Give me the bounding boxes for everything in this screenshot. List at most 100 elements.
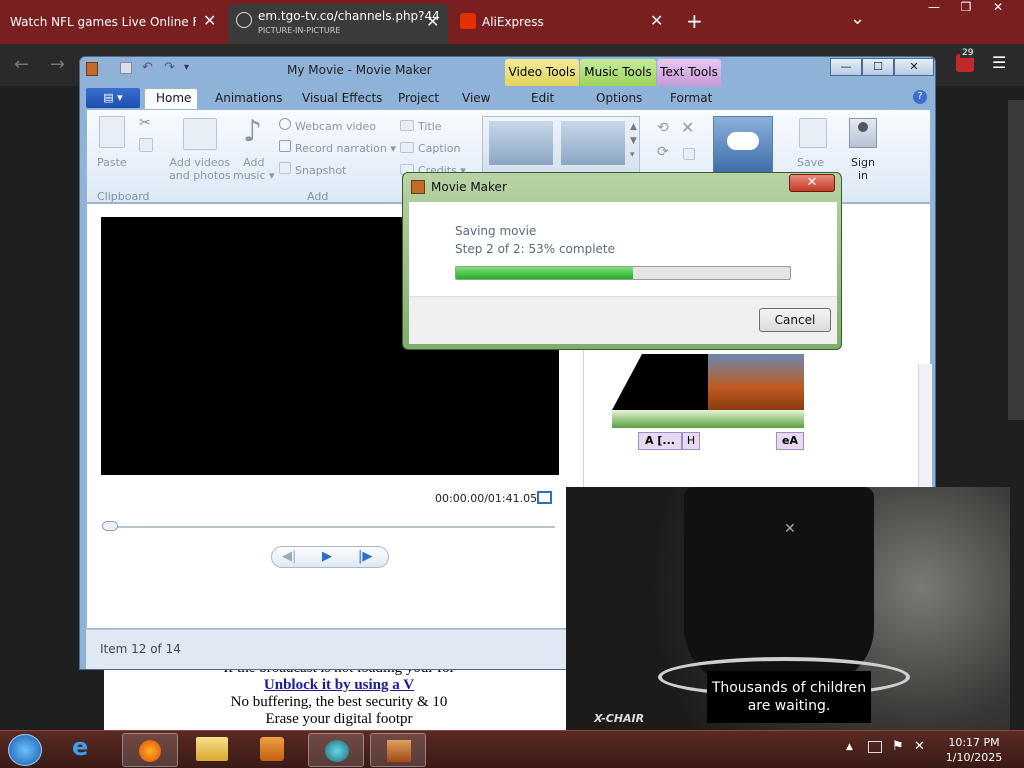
tab-tgo-tv[interactable]: em.tgo-tv.co/channels.php?44 PICTURE-IN-… [228, 4, 448, 44]
taskbar-app[interactable] [308, 733, 364, 767]
title-button[interactable]: Title [418, 120, 442, 133]
rotate-icon[interactable]: ⟲ [657, 120, 669, 136]
saving-status: Saving movie [455, 224, 537, 238]
record-narration-button[interactable]: Record narration ▾ [295, 142, 396, 155]
add-music-line1: Add [243, 156, 265, 169]
tab-visual-effects[interactable]: Visual Effects [302, 91, 382, 105]
text-tools-tab: Text Tools [657, 59, 721, 86]
tab-subtitle: PICTURE-IN-PICTURE [258, 26, 341, 35]
text-tools-label: Text Tools [660, 65, 718, 79]
tab-title: em.tgo-tv.co/channels.php?44 [258, 9, 440, 23]
restore-button[interactable]: ❐ [950, 0, 982, 16]
select-all-icon[interactable] [683, 148, 695, 160]
seek-track[interactable] [103, 526, 555, 528]
title-icon [400, 120, 414, 131]
help-icon[interactable]: ? [913, 90, 927, 104]
progress-fill [456, 267, 634, 279]
tab-edit[interactable]: Edit [531, 91, 554, 105]
show-hidden-icons[interactable]: ▲ [846, 742, 853, 752]
file-explorer-icon[interactable] [196, 737, 228, 761]
tab-list-button[interactable]: ⌄ [850, 8, 865, 29]
remove-icon[interactable]: ✕ [681, 118, 694, 137]
caption-line1: Thousands of children [711, 680, 867, 696]
moviemaker-app-icon [86, 62, 98, 76]
music-track[interactable] [612, 410, 804, 428]
music-note-icon[interactable]: ♪ [243, 114, 262, 149]
webcam-icon [279, 118, 291, 130]
taskbar-moviemaker[interactable] [370, 733, 426, 767]
clock[interactable]: 10:17 PM 1/10/2025 [936, 735, 1012, 765]
close-button[interactable]: ✕ [982, 0, 1014, 16]
fullscreen-icon[interactable] [537, 491, 552, 504]
tab-format[interactable]: Format [670, 91, 712, 105]
tab-aliexpress[interactable]: AliExpress ✕ [452, 0, 672, 44]
progress-bar [455, 266, 791, 280]
snapshot-button[interactable]: Snapshot [295, 164, 346, 177]
page-scrollbar[interactable] [1008, 100, 1024, 420]
theme-thumbnail[interactable] [561, 121, 625, 165]
tab-animations[interactable]: Animations [215, 91, 282, 105]
back-icon[interactable]: ← [14, 54, 29, 75]
save-quick-icon[interactable] [120, 62, 132, 74]
tab-view[interactable]: View [462, 91, 490, 105]
maximize-button[interactable]: ☐ [862, 58, 894, 76]
start-button[interactable] [8, 734, 42, 766]
caption-clip[interactable]: A [... [638, 432, 682, 450]
minimize-button[interactable]: — [918, 0, 950, 16]
tab-close-icon[interactable]: ✕ [426, 12, 439, 31]
picture-in-picture-video[interactable]: ✕ Thousands of children are waiting. X-C… [566, 487, 1010, 738]
add-videos-icon[interactable] [183, 118, 217, 150]
app-menu-button[interactable]: ▤ ▾ [86, 88, 140, 108]
qat-dropdown-icon[interactable]: ▾ [184, 62, 189, 73]
tab-options[interactable]: Options [596, 91, 642, 105]
webcam-button[interactable]: Webcam video [295, 120, 376, 133]
internet-explorer-icon[interactable]: e [72, 733, 88, 761]
cut-icon[interactable]: ✂ [139, 115, 151, 131]
forward-icon[interactable]: → [50, 54, 65, 75]
tab-close-icon[interactable]: ✕ [203, 11, 216, 30]
next-frame-icon[interactable]: |▶ [358, 549, 372, 564]
clip-marker [612, 354, 642, 410]
volume-muted-icon[interactable]: ✕ [914, 739, 925, 754]
landscape-clip[interactable] [708, 354, 804, 410]
copy-icon[interactable] [139, 138, 153, 152]
flag-icon[interactable]: ⚑ [892, 739, 904, 754]
window-title: My Movie - Movie Maker [287, 63, 432, 77]
dialog-footer: Cancel [409, 296, 837, 344]
sign-in-line2: in [857, 169, 869, 182]
redo-icon[interactable]: ↷ [164, 60, 175, 75]
tab-nfl[interactable]: Watch NFL games Live Online Free ✕ [0, 0, 226, 44]
music-tools-tab: Music Tools [580, 59, 656, 86]
menu-icon[interactable]: ☰ [992, 53, 1006, 72]
media-player-icon[interactable] [260, 737, 284, 761]
caption-clip[interactable]: H [682, 432, 700, 450]
previous-frame-icon[interactable]: ◀| [282, 549, 296, 564]
minimize-button[interactable]: — [830, 58, 862, 76]
paste-icon[interactable] [99, 116, 125, 148]
brand-watermark: X-CHAIR [594, 712, 645, 725]
add-group-label: Add [307, 190, 329, 203]
undo-icon[interactable]: ↶ [142, 60, 153, 75]
save-movie-label: Save [797, 156, 825, 169]
cancel-button[interactable]: Cancel [759, 308, 831, 332]
tab-close-icon[interactable]: ✕ [650, 11, 663, 30]
music-tools-label: Music Tools [584, 65, 652, 79]
caption-clip[interactable]: eA [776, 432, 804, 450]
caption-button[interactable]: Caption [418, 142, 460, 155]
unblock-link[interactable]: Unblock it by using a V [104, 677, 574, 694]
dialog-close-button[interactable]: ✕ [789, 174, 835, 192]
close-button[interactable]: ✕ [894, 58, 934, 76]
seek-thumb[interactable] [102, 521, 118, 531]
rotate-right-icon[interactable]: ⟳ [657, 144, 669, 160]
cloud-icon [727, 132, 759, 150]
save-movie-icon[interactable] [799, 118, 827, 148]
new-tab-button[interactable]: + [686, 9, 703, 33]
gallery-scroll-icon[interactable]: ▲ ▼ ▾ [630, 120, 637, 162]
theme-thumbnail[interactable] [489, 121, 553, 165]
tab-project[interactable]: Project [398, 91, 439, 105]
browser-tab-strip: Watch NFL games Live Online Free ✕ em.tg… [0, 0, 1024, 44]
taskbar-firefox[interactable] [122, 733, 178, 767]
network-icon[interactable] [868, 741, 882, 753]
webpage-content: If the broadcast is not loading your for… [104, 660, 574, 730]
play-icon[interactable]: ▶ [322, 549, 332, 564]
